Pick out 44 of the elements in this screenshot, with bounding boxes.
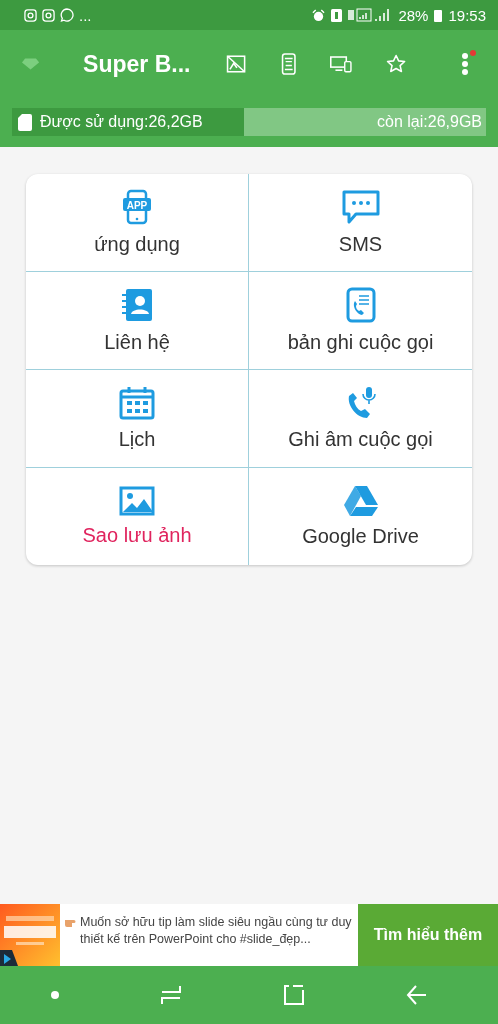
menu-tile[interactable]: Google Drive <box>249 468 472 565</box>
menu-tile[interactable]: SMS <box>249 174 472 272</box>
tile-label: Ghi âm cuộc gọi <box>288 428 433 451</box>
instagram-icon <box>42 8 55 22</box>
tile-label: ứng dụng <box>94 233 180 256</box>
ad-text: Muốn sở hữu tip làm slide siêu ngầu cùng tư duy thiết kế trên PowerPoint cho #slide_đẹp... <box>80 914 353 948</box>
storage-used: Được sử dụng:26,2GB <box>40 113 203 131</box>
storage-free: còn lại:26,9GB <box>377 113 483 131</box>
contact-book-icon <box>120 287 154 323</box>
chat-bubble-icon <box>60 8 74 22</box>
more-notifications: ... <box>79 6 92 24</box>
instagram-icon <box>24 8 37 22</box>
recent-apps-icon[interactable] <box>159 984 182 1006</box>
clock: 19:53 <box>448 6 486 24</box>
app-title: Super B... <box>83 50 191 78</box>
ad-banner[interactable]: Muốn sở hữu tip làm slide siêu ngầu cùng tư duy thiết kế trên PowerPoint cho #slide_đẹp... Tìm hiểu thêm <box>0 904 498 966</box>
call-log-icon <box>345 287 376 323</box>
phone-transfer-icon[interactable] <box>280 50 297 78</box>
menu-tile[interactable]: bản ghi cuộc gọi <box>249 272 472 370</box>
sim-icon <box>331 8 343 22</box>
tile-label: Sao lưu ảnh <box>82 524 192 547</box>
chat-bubble-icon <box>340 189 381 225</box>
battery-icon <box>434 8 443 22</box>
battery-level: 28% <box>398 6 429 24</box>
diamond-icon[interactable] <box>22 57 40 71</box>
drive-triangle-icon <box>342 485 379 517</box>
image-icon <box>119 486 155 516</box>
menu-tile[interactable]: Liên hệ <box>26 272 249 370</box>
dot-icon[interactable] <box>50 991 59 999</box>
menu-tile[interactable]: Lịch <box>26 370 249 468</box>
tile-label: SMS <box>338 233 383 256</box>
home-icon[interactable] <box>282 984 305 1006</box>
back-icon[interactable] <box>405 984 428 1006</box>
menu-tile[interactable]: Ghi âm cuộc gọi <box>249 370 472 468</box>
menu-tile[interactable]: APP ứng dụng <box>26 174 249 272</box>
tile-label: Lịch <box>118 428 156 451</box>
menu-tile[interactable]: Sao lưu ảnh <box>26 468 249 565</box>
overflow-menu-icon[interactable] <box>460 50 476 78</box>
tile-label: bản ghi cuộc gọi <box>287 331 434 354</box>
tile-label: Google Drive <box>302 525 419 548</box>
calendar-icon <box>119 386 155 420</box>
tile-label: Liên hệ <box>104 331 170 354</box>
alarm-icon <box>312 8 326 22</box>
devices-icon[interactable] <box>330 53 352 75</box>
